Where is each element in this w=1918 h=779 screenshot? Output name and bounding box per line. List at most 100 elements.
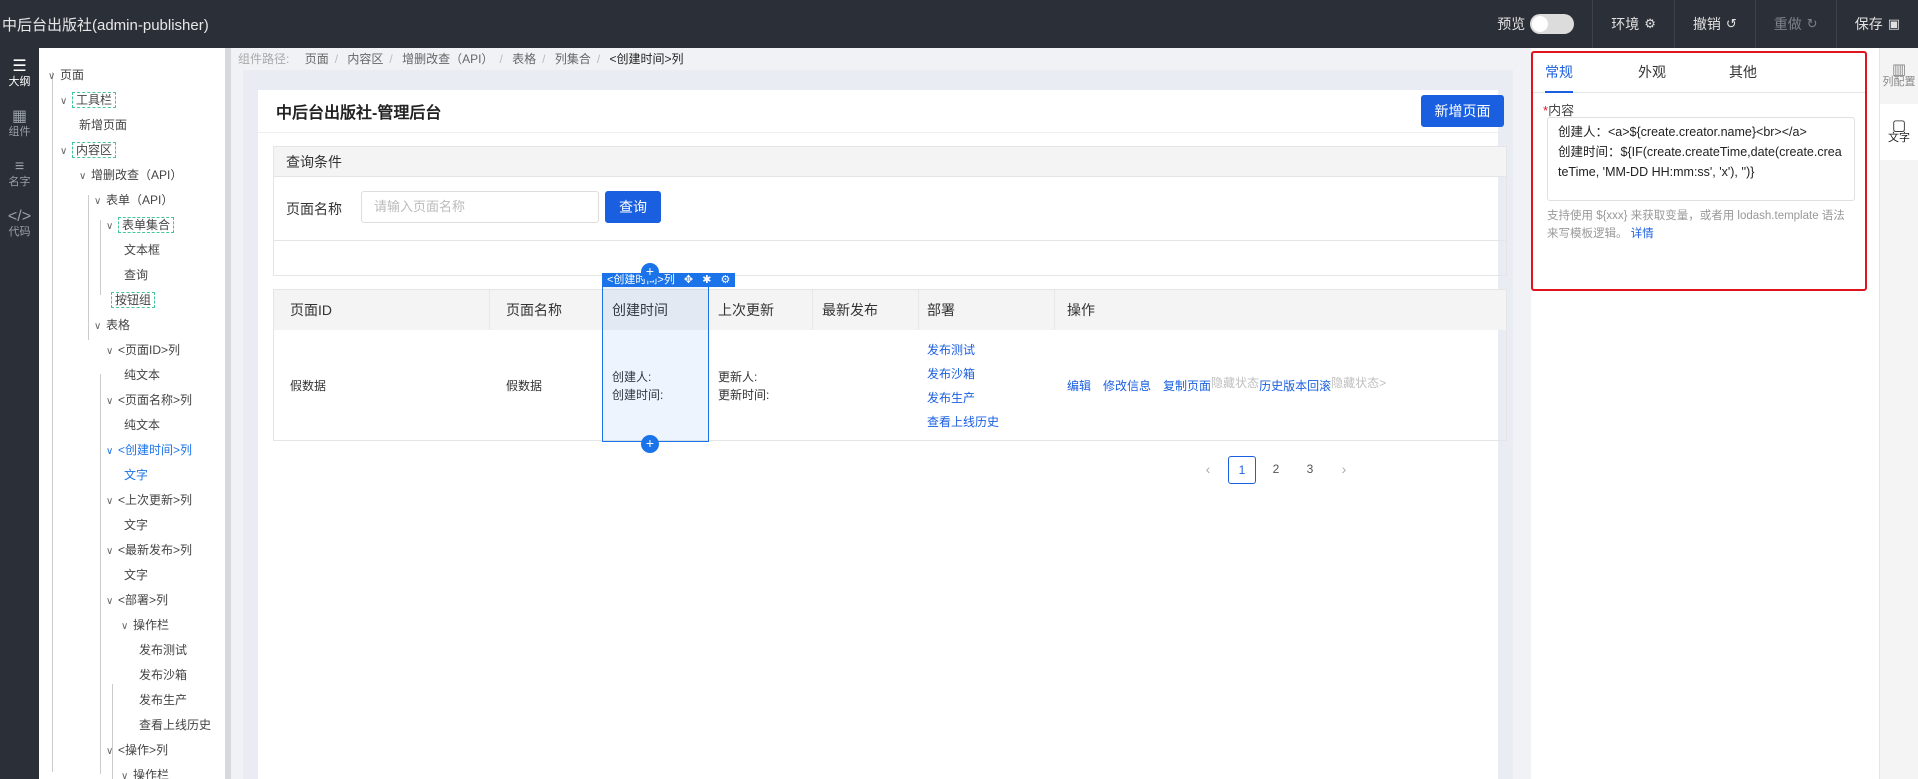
chevron-right-icon[interactable]: › — [1330, 456, 1358, 484]
tree-node[interactable]: 新增页面 — [79, 115, 127, 135]
page-button[interactable]: 3 — [1296, 456, 1324, 484]
chevron-down-icon: ∨ — [106, 446, 114, 457]
new-page-button[interactable]: 新增页面 — [1421, 95, 1504, 127]
content-textarea[interactable]: 创建人：<a>${create.creator.name}<br></a> 创建… — [1547, 117, 1855, 201]
column-header[interactable]: 部署 — [919, 290, 1055, 330]
selected-column-outline[interactable] — [602, 286, 709, 442]
undo-icon: ↺ — [1725, 16, 1737, 31]
page-name-input[interactable]: 请输入页面名称 — [361, 191, 599, 223]
chevron-down-icon: ∨ — [106, 496, 114, 507]
deploy-test-link[interactable]: 发布测试 — [927, 338, 1055, 362]
redo-icon: ↻ — [1806, 16, 1818, 31]
view-history-link[interactable]: 查看上线历史 — [927, 410, 1055, 434]
redo-button[interactable]: 重做 ↻ — [1754, 0, 1836, 48]
tree-node[interactable]: 文字 — [124, 565, 148, 585]
tree-node[interactable]: ∨ 操作栏 — [121, 615, 169, 635]
tree-node[interactable]: ∨ 增删改查（API） — [79, 165, 182, 185]
chevron-left-icon[interactable]: ‹ — [1194, 456, 1222, 484]
preview-toggle[interactable]: 预览 — [1479, 0, 1592, 48]
tree-node[interactable]: 纯文本 — [124, 415, 160, 435]
tree-node[interactable]: 发布测试 — [139, 640, 187, 660]
tree-node[interactable]: 纯文本 — [124, 365, 160, 385]
column-header[interactable]: 最新发布 — [813, 290, 919, 330]
rail-components[interactable]: ▦ 组件 — [0, 98, 39, 148]
tree-node[interactable]: 文字 — [124, 465, 148, 485]
tree-node[interactable]: 查看上线历史 — [139, 715, 211, 735]
hidden-status-link[interactable]: 隐藏状态> — [1331, 374, 1386, 398]
column-header[interactable]: 页面ID — [274, 290, 490, 330]
history-rollback-link[interactable]: 历史版本回滚 — [1259, 374, 1331, 398]
query-panel-title: 查询条件 — [274, 147, 1506, 177]
breadcrumb-item[interactable]: 列集合 — [555, 52, 591, 66]
tree-node[interactable]: ∨ 工具栏 — [60, 90, 117, 110]
tree-node[interactable]: 发布生产 — [139, 690, 187, 710]
rail-text[interactable]: ▢ 文字 — [1880, 104, 1918, 160]
component-icon: ▦ — [11, 108, 28, 125]
rail-code[interactable]: </> 代码 — [0, 198, 39, 248]
page-preview[interactable]: 中后台出版社-管理后台 新增页面 查询条件 页面名称 请输入页面名称 查询 页面… — [258, 90, 1507, 779]
chevron-down-icon: ∨ — [106, 746, 114, 757]
tab-general[interactable]: 常规 — [1545, 53, 1573, 93]
breadcrumb-item[interactable]: 表格 — [512, 52, 536, 66]
breadcrumb-item[interactable]: 页面 — [305, 52, 329, 66]
preview-label: 预览 — [1497, 16, 1526, 32]
tree-node[interactable]: ∨ <页面ID>列 — [106, 340, 180, 360]
top-bar: 中后台出版社(admin-publisher) 预览 环境 ⚙ 撤销 ↺ 重做 … — [0, 0, 1918, 48]
tree-node[interactable]: ∨ <页面名称>列 — [106, 390, 192, 410]
rail-outline[interactable]: ☰ 大纲 — [0, 48, 39, 98]
env-button[interactable]: 环境 ⚙ — [1592, 0, 1674, 48]
tree-node[interactable]: ∨ <部署>列 — [106, 590, 168, 610]
tree-node[interactable]: ∨ 内容区 — [60, 140, 117, 160]
tree-node[interactable]: ∨ 表单（API） — [94, 190, 173, 210]
tab-appearance[interactable]: 外观 — [1638, 53, 1666, 93]
gear-icon[interactable]: ⚙ — [720, 274, 730, 286]
details-link[interactable]: 详情 — [1631, 228, 1654, 240]
deploy-production-link[interactable]: 发布生产 — [927, 386, 1055, 410]
chevron-down-icon: ∨ — [121, 771, 129, 779]
undo-label: 撤销 — [1692, 16, 1721, 32]
save-button[interactable]: 保存 ▣ — [1835, 0, 1918, 48]
modify-info-link[interactable]: 修改信息 — [1103, 374, 1151, 398]
toggle-switch[interactable] — [1530, 14, 1575, 34]
page-button[interactable]: 2 — [1262, 456, 1290, 484]
tree-node-selected[interactable]: ∨ <创建时间>列 — [106, 440, 192, 460]
ops-group: 复制页面 隐藏状态 历史版本回滚 隐藏状态> — [1163, 374, 1386, 398]
edit-link[interactable]: 编辑 — [1067, 374, 1091, 398]
page-button[interactable]: 1 — [1228, 456, 1256, 484]
tree-node[interactable]: ∨ 表格 — [94, 315, 130, 335]
column-header[interactable]: 操作 — [1055, 290, 1506, 330]
table-cell: 假数据 — [290, 378, 327, 393]
copy-page-link[interactable]: 复制页面 — [1163, 374, 1211, 398]
tree-node[interactable]: 发布沙箱 — [139, 665, 187, 685]
column-header[interactable]: 上次更新 — [709, 290, 813, 330]
tree-node[interactable]: ∨ <最新发布>列 — [106, 540, 192, 560]
tree-node[interactable]: ∨ 页面 — [48, 65, 84, 85]
rail-column-config[interactable]: ▥ 列配置 — [1880, 48, 1918, 104]
insert-below-button[interactable]: + — [641, 435, 659, 453]
undo-button[interactable]: 撤销 ↺ — [1673, 0, 1755, 48]
save-icon: ▣ — [1887, 16, 1900, 31]
move-icon[interactable]: ✥ — [684, 274, 693, 286]
outline-tree: ∨ 页面 ∨ 工具栏 新增页面 ∨ 内容区 ∨ 增删改查（API） ∨ 表单（API） ∨… — [39, 48, 231, 779]
column-header[interactable]: 页面名称 — [490, 290, 603, 330]
tree-node[interactable]: 文字 — [124, 515, 148, 535]
tree-node[interactable]: 查询 — [124, 265, 148, 285]
tree-node[interactable]: 按钮组 — [111, 290, 156, 310]
deploy-sandbox-link[interactable]: 发布沙箱 — [927, 362, 1055, 386]
breadcrumb-separator: / — [542, 52, 546, 66]
breadcrumb-item[interactable]: 内容区 — [347, 52, 383, 66]
rail-names[interactable]: ≡ 名字 — [0, 148, 39, 198]
tree-node[interactable]: ∨ <操作>列 — [106, 740, 168, 760]
hidden-status-link[interactable]: 隐藏状态 — [1211, 374, 1259, 398]
breadcrumb-item[interactable]: 增删改查（API） — [402, 52, 493, 66]
tab-other[interactable]: 其他 — [1729, 53, 1757, 93]
config-panel: 常规 外观 其他 *内容 创建人：<a>${create.creator.nam… — [1531, 48, 1879, 779]
tree-node[interactable]: ∨ <上次更新>列 — [106, 490, 192, 510]
tree-node[interactable]: 文本框 — [124, 240, 160, 260]
insert-above-button[interactable]: + — [641, 263, 659, 281]
tree-node[interactable]: ∨ 表单集合 — [106, 215, 175, 235]
chevron-down-icon: ∨ — [79, 171, 87, 182]
bug-icon[interactable]: ✱ — [702, 274, 711, 286]
query-button[interactable]: 查询 — [605, 191, 661, 223]
tree-node[interactable]: ∨ 操作栏 — [121, 765, 169, 779]
